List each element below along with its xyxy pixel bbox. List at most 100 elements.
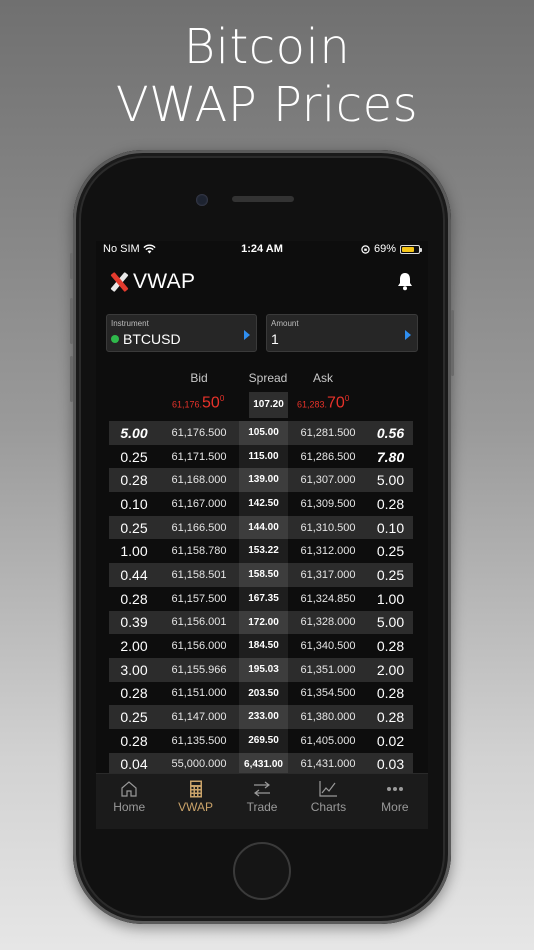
ask-price-cell: 61,317.000 (300, 568, 356, 581)
power-button (451, 310, 454, 376)
table-row[interactable]: 0.28 61,168.000 139.00 61,307.000 5.00 (109, 468, 413, 493)
table-row[interactable]: 0.44 61,158.501 158.50 61,317.000 0.25 (109, 563, 413, 587)
bid-price-cell: 61,156.001 (171, 616, 227, 629)
app-header: VWAP (96, 259, 428, 303)
more-icon (386, 787, 403, 791)
bid-volume-cell: 0.25 (120, 519, 148, 536)
ask-price-cell: 61,286.500 (300, 450, 356, 463)
spread-cell: 172.00 (239, 610, 288, 635)
instrument-value: BTCUSD (123, 331, 181, 347)
arrows-icon (254, 781, 271, 797)
volume-down-button (70, 356, 73, 402)
ask-price-cell: 61,324.850 (300, 592, 356, 605)
bid-price-cell: 61,156.000 (171, 640, 227, 653)
column-header-bid: Bid (190, 371, 208, 385)
spread-cell: 105.00 (239, 421, 288, 445)
bid-volume-cell: 0.25 (120, 709, 148, 726)
bid-price-cell: 61,158.780 (171, 545, 227, 558)
spread-cell: 115.00 (239, 444, 288, 469)
ask-volume-cell: 0.28 (376, 709, 405, 726)
tab-trade[interactable]: Trade (229, 774, 295, 829)
ask-price-cell: 61,312.000 (300, 545, 356, 558)
ask-volume-cell: 0.28 (376, 685, 405, 702)
chevron-right-icon (405, 330, 411, 340)
tab-more[interactable]: More (362, 774, 428, 829)
mute-switch (70, 253, 73, 279)
ask-volume-cell: 2.00 (376, 661, 405, 678)
ask-volume-cell: 5.00 (376, 472, 405, 489)
bid-price-cell: 61,158.501 (171, 568, 227, 581)
bell-icon[interactable] (396, 271, 414, 291)
app-title: VWAP (133, 270, 196, 293)
ask-volume-cell: 0.25 (376, 566, 405, 583)
bid-volume-cell: 5.00 (120, 424, 148, 441)
best-ask-small: 61,283. (297, 399, 328, 410)
ask-price-cell: 61,281.500 (300, 426, 356, 439)
bid-volume-cell: 0.28 (120, 590, 148, 607)
table-row[interactable]: 0.28 61,151.000 203.50 61,354.500 0.28 (109, 681, 413, 706)
spread-cell: 167.35 (239, 586, 288, 611)
ask-price-cell: 61,380.000 (300, 711, 356, 724)
ask-price-cell: 61,431.000 (300, 758, 356, 771)
ask-price-cell: 61,405.000 (300, 734, 356, 747)
headline-line1: Bitcoin (183, 19, 351, 75)
best-bid-large: 50 (202, 394, 220, 412)
bid-volume-cell: 0.25 (120, 448, 148, 465)
amount-label: Amount (271, 319, 299, 328)
spread-cell: 233.00 (239, 705, 288, 729)
bid-price-cell: 61,151.000 (171, 687, 227, 700)
chevron-right-icon (244, 330, 250, 340)
tab-charts-label: Charts (310, 800, 347, 814)
best-bid-sup: 0 (219, 394, 225, 403)
spread-cell: 184.50 (239, 634, 288, 658)
bid-volume-cell: 1.00 (120, 543, 148, 560)
ask-volume-cell: 0.03 (376, 756, 405, 773)
battery-icon (400, 244, 422, 254)
ask-price-cell: 61,310.500 (300, 521, 356, 534)
table-row[interactable]: 0.25 61,171.500 115.00 61,286.500 7.80 (109, 444, 413, 469)
ask-price-cell: 61,328.000 (300, 616, 356, 629)
spread-cell: 269.50 (239, 728, 288, 753)
table-row[interactable]: 2.00 61,156.000 184.50 61,340.500 0.28 (109, 634, 413, 658)
spread-cell: 195.03 (239, 657, 288, 682)
volume-up-button (70, 298, 73, 344)
speaker-grille (232, 196, 294, 202)
instrument-status-dot (111, 335, 119, 343)
ask-volume-cell: 7.80 (376, 448, 405, 465)
instrument-selector[interactable]: Instrument BTCUSD (106, 314, 257, 352)
table-row[interactable]: 0.28 61,135.500 269.50 61,405.000 0.02 (109, 728, 413, 753)
home-button[interactable] (233, 842, 291, 900)
headline-line2: VWAP Prices (115, 77, 419, 133)
ask-volume-cell: 0.28 (376, 638, 405, 655)
bid-volume-cell: 0.39 (120, 614, 148, 631)
table-row[interactable]: 0.10 61,167.000 142.50 61,309.500 0.28 (109, 492, 413, 516)
vwap-table: 5.00 61,176.500 105.00 61,281.500 0.56 0.25 61… (109, 421, 413, 777)
tab-vwap-label: VWAP (178, 800, 214, 814)
rotation-lock-icon (361, 244, 370, 254)
bid-price-cell: 61,176.500 (171, 426, 227, 439)
table-row[interactable]: 1.00 61,158.780 153.22 61,312.000 0.25 (109, 539, 413, 564)
spread-cell: 142.50 (239, 492, 288, 516)
carrier-label: No SIM (103, 243, 140, 255)
bid-volume-cell: 0.04 (120, 756, 148, 773)
table-row[interactable]: 0.25 61,147.000 233.00 61,380.000 0.28 (109, 705, 413, 729)
best-bid-small: 61,176. (172, 399, 203, 410)
table-row[interactable]: 0.39 61,156.001 172.00 61,328.000 5.00 (109, 610, 413, 635)
battery-percent: 69% (373, 243, 396, 255)
bid-price-cell: 61,168.000 (171, 474, 227, 487)
tab-trade-label: Trade (246, 800, 278, 814)
amount-selector[interactable]: Amount 1 (266, 314, 418, 352)
best-ask-large: 70 (327, 394, 345, 412)
bid-price-cell: 55,000.000 (171, 758, 227, 771)
tab-charts[interactable]: Charts (295, 774, 361, 829)
tab-home[interactable]: Home (96, 774, 162, 829)
tab-vwap[interactable]: VWAP (162, 774, 228, 829)
spread-cell: 203.50 (239, 681, 288, 706)
ask-volume-cell: 5.00 (376, 614, 405, 631)
table-row[interactable]: 5.00 61,176.500 105.00 61,281.500 0.56 (109, 421, 413, 445)
bid-volume-cell: 3.00 (120, 661, 148, 678)
table-row[interactable]: 0.25 61,166.500 144.00 61,310.500 0.10 (109, 515, 413, 540)
table-row[interactable]: 3.00 61,155.966 195.03 61,351.000 2.00 (109, 657, 413, 682)
ask-price-cell: 61,351.000 (300, 663, 356, 676)
table-row[interactable]: 0.28 61,157.500 167.35 61,324.850 1.00 (109, 586, 413, 611)
